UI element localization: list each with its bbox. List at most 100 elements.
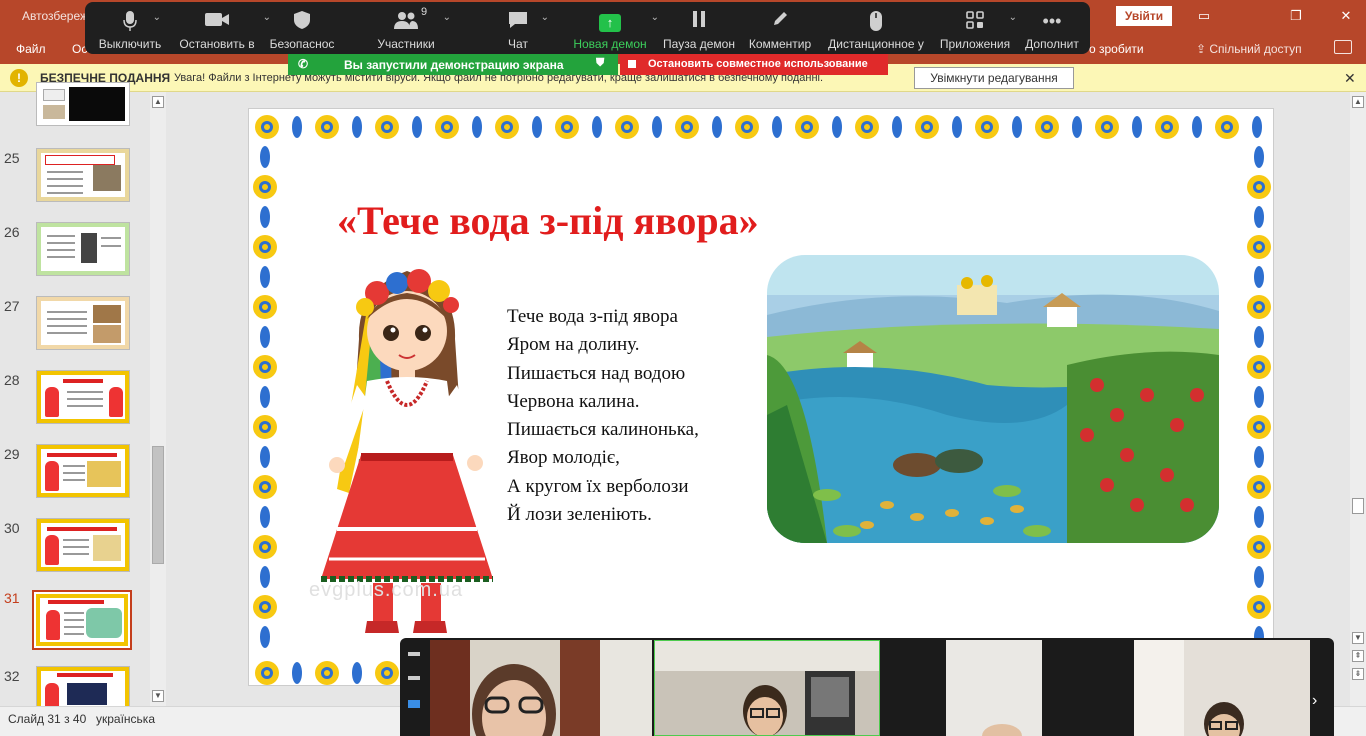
thumbnail-scrollbar[interactable]: ▲ ▼ [150,92,166,706]
border-leaf [292,116,302,138]
close-window-icon[interactable]: ✕ [1336,6,1356,26]
pause-icon [661,10,737,32]
border-flower [253,535,277,559]
close-bar-icon[interactable]: ✕ [1344,70,1356,87]
slide-canvas[interactable]: «Тече вода з-під явора» Тече вода з-під … [248,108,1274,686]
border-flower [253,595,277,619]
thumbnail-26[interactable]: 26 [0,222,150,288]
new-share-button[interactable]: ↑ Новая демон ⌄ [571,2,659,54]
border-leaf [1252,116,1262,138]
border-leaf [832,116,842,138]
screen: Автозбереж Увійти ▭ ❐ ✕ Файл Ос о зробит… [0,0,1366,736]
border-flower [1215,115,1239,139]
thumbnail-30[interactable]: 30 [0,518,150,584]
border-flower [253,235,277,259]
sign-in-button[interactable]: Увійти [1116,6,1172,26]
border-leaf [772,116,782,138]
border-flower [1035,115,1059,139]
border-leaf [412,116,422,138]
scroll-down-icon[interactable]: ▼ [152,690,164,702]
participants-icon [371,10,441,32]
document-title: Автозбереж [22,9,89,23]
border-flower [795,115,819,139]
annotate-button[interactable]: Комментир [747,2,813,54]
tab-file[interactable]: Файл [16,42,46,56]
thumbnail-25[interactable]: 25 [0,148,150,214]
border-leaf [260,506,270,528]
more-button[interactable]: ••• Дополнит [1021,2,1083,54]
view-minimize-icon[interactable] [408,652,420,656]
zoom-meeting-toolbar: Выключить ⌄ Остановить в ⌄ Безопаснос 9 … [85,2,1090,54]
border-flower [1247,295,1271,319]
participant-video-1[interactable] [430,640,652,736]
ribbon-display-icon[interactable]: ▭ [1194,6,1214,26]
chevron-right-icon[interactable]: › [1312,692,1317,710]
next-slide-icon[interactable]: ⇟ [1352,668,1364,680]
border-flower [915,115,939,139]
shield-check-icon: ⛊ [596,57,605,69]
border-leaf [352,116,362,138]
border-flower [735,115,759,139]
slide-title: «Тече вода з-під явора» [337,198,759,243]
chevron-down-icon[interactable]: ⌄ [541,12,549,23]
view-strip-icon[interactable] [408,700,420,708]
border-leaf [1254,446,1264,468]
border-flower [315,661,339,685]
apps-button[interactable]: Приложения ⌄ [937,2,1017,54]
border-leaf [1192,116,1202,138]
security-button[interactable]: Безопаснос [267,2,337,54]
scroll-thumb[interactable] [1352,498,1364,514]
pause-share-button[interactable]: Пауза демон [661,2,737,54]
comments-icon[interactable] [1334,40,1352,54]
border-leaf [1132,116,1142,138]
thumbnail-27[interactable]: 27 [0,296,150,362]
chevron-down-icon[interactable]: ⌄ [443,12,451,23]
poem-line: Пишається калинонька, [507,419,699,441]
scroll-thumb[interactable] [152,446,164,564]
participant-video-4[interactable] [1134,640,1310,736]
participants-button[interactable]: 9 Участники ⌄ [371,2,451,54]
restore-icon[interactable]: ❐ [1286,6,1306,26]
border-leaf [472,116,482,138]
scroll-up-icon[interactable]: ▲ [1352,96,1364,108]
border-leaf [652,116,662,138]
poem-line: Й лози зеленіють. [507,504,652,526]
border-flower [675,115,699,139]
scroll-down-icon[interactable]: ▼ [1352,632,1364,644]
view-single-icon[interactable] [408,676,420,680]
thumbnail-29[interactable]: 29 [0,444,150,510]
tell-me-box[interactable]: о зробити [1089,42,1144,56]
stop-icon [628,60,636,68]
chevron-down-icon[interactable]: ⌄ [651,12,659,23]
stop-video-button[interactable]: Остановить в ⌄ [177,2,271,54]
poem-line: Пишається над водою [507,362,686,384]
border-flower [255,661,279,685]
screen-sharing-banner[interactable]: ✆ Вы запустили демонстрацию экрана ⛊ [288,54,618,75]
border-flower [975,115,999,139]
border-flower [375,661,399,685]
scroll-up-icon[interactable]: ▲ [152,96,164,108]
border-flower [1095,115,1119,139]
thumbnail-31[interactable]: 31 [0,590,150,656]
thumbnail-24[interactable] [0,82,150,148]
chevron-down-icon[interactable]: ⌄ [153,12,161,23]
enable-editing-button[interactable]: Увімкнути редагування [914,67,1074,89]
remote-control-button[interactable]: Дистанционное у [827,2,925,54]
share-button[interactable]: ⇪ Спільний доступ [1196,42,1302,56]
thumbnail-28[interactable]: 28 [0,370,150,436]
share-label: Спільний доступ [1209,42,1302,56]
chat-button[interactable]: Чат ⌄ [483,2,553,54]
participant-video-2[interactable] [654,640,880,736]
mute-button[interactable]: Выключить ⌄ [95,2,165,54]
stop-share-button[interactable]: Остановить совместное использование [620,54,888,75]
previous-slide-icon[interactable]: ⇞ [1352,650,1364,662]
poem-text: Тече вода з-під явора Яром на долину. Пи… [507,303,699,529]
chevron-down-icon[interactable]: ⌄ [1009,12,1017,23]
share-screen-icon: ↑ [599,14,621,32]
border-flower [1155,115,1179,139]
editor-scrollbar[interactable]: ▲ ▼ ⇞ ⇟ [1350,92,1366,706]
border-flower [1247,595,1271,619]
view-switcher[interactable] [408,652,422,728]
language-indicator[interactable]: українська [96,712,155,726]
participant-video-3[interactable] [882,640,1106,736]
